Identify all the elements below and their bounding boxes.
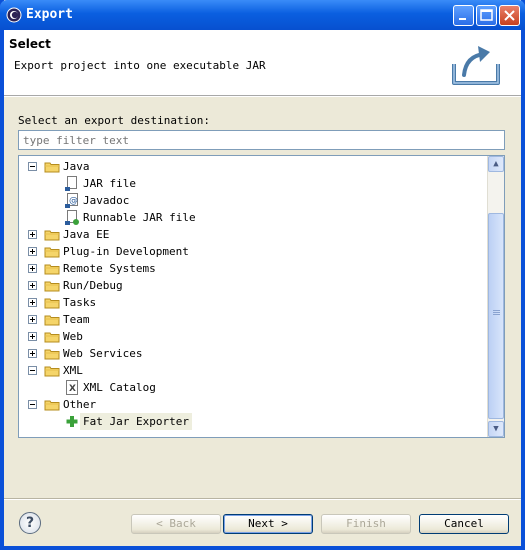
eclipse-icon [6,7,22,23]
expand-toggle-icon[interactable] [28,349,37,358]
tree-category[interactable]: Java EE [19,226,489,243]
expand-toggle-icon[interactable] [28,247,37,256]
close-icon [504,10,515,21]
scroll-grip [493,310,500,311]
minimize-button[interactable] [453,5,474,26]
tree-item-label: Web Services [63,347,143,360]
tree-category[interactable]: XML [19,362,489,379]
header-separator [4,96,521,97]
help-button[interactable]: ? [19,512,41,534]
page-description: Export project into one executable JAR [14,59,266,72]
tree-category[interactable]: Web Services [19,345,489,362]
expand-toggle-icon[interactable] [28,298,37,307]
tree-item-label: Java [63,160,90,173]
folder-icon [44,348,60,360]
tree-item[interactable]: Fat Jar Exporter [19,413,489,430]
scroll-down-button[interactable]: ▼ [488,421,504,437]
filter-input[interactable] [18,130,505,150]
tree-item-label: Javadoc [83,194,130,207]
expand-toggle-icon[interactable] [28,315,37,324]
tree-category[interactable]: Plug-in Development [19,243,489,260]
title-bar[interactable]: Export [0,0,525,30]
tree-item-label: Remote Systems [63,262,156,275]
collapse-toggle-icon[interactable] [28,162,37,171]
expand-toggle-icon[interactable] [28,332,37,341]
tree-item[interactable]: X XML Catalog [19,379,489,396]
expand-toggle-icon[interactable] [28,281,37,290]
folder-icon [44,161,60,173]
maximize-icon [480,9,493,21]
close-button[interactable] [499,5,520,26]
tree-item[interactable]: JAR file [19,175,489,192]
folder-icon [44,297,60,309]
scroll-up-button[interactable]: ▲ [488,156,504,172]
footer-separator [4,498,521,500]
folder-icon [44,399,60,411]
scroll-thumb[interactable] [488,213,504,419]
tree-category[interactable]: Web [19,328,489,345]
tree-item-label: Run/Debug [63,279,123,292]
tree-category[interactable]: Run/Debug [19,277,489,294]
folder-icon [44,314,60,326]
folder-icon [44,280,60,292]
svg-text:X: X [69,384,76,394]
finish-button[interactable]: Finish [321,514,411,534]
tree-item[interactable]: Runnable JAR file [19,209,489,226]
cancel-button[interactable]: Cancel [419,514,509,534]
javadoc-icon: @ [65,193,79,208]
xml-catalog-icon: X [65,380,79,395]
tree-item-label: Runnable JAR file [83,211,196,224]
chevron-down-icon: ▼ [493,424,499,434]
fat-jar-icon [65,414,79,429]
export-banner-icon [452,46,500,85]
tree-category[interactable]: Remote Systems [19,260,489,277]
expand-toggle-icon[interactable] [28,230,37,239]
window-title: Export [26,7,73,22]
tree-category[interactable]: Tasks [19,294,489,311]
tree-item-label: JAR file [83,177,136,190]
back-button[interactable]: < Back [131,514,221,534]
export-destination-tree[interactable]: Java JAR file @ Javadoc Runnable JAR file Jav… [18,155,505,438]
tree-category[interactable]: Java [19,158,489,175]
folder-icon [44,263,60,275]
svg-text:@: @ [69,196,78,206]
runnable-jar-icon [65,210,79,225]
page-title: Select [9,37,51,51]
folder-icon [44,229,60,241]
chevron-up-icon: ▲ [493,159,499,169]
wizard-header: Select Export project into one executabl… [4,30,521,96]
tree-item-label: Team [63,313,90,326]
jar-file-icon [65,176,79,191]
next-button[interactable]: Next > [223,514,313,534]
tree-item-label: XML Catalog [83,381,156,394]
tree-item-label: Tasks [63,296,97,309]
tree-category[interactable]: Team [19,311,489,328]
tree-item-label: Plug-in Development [63,245,189,258]
minimize-icon [459,18,466,20]
tree-item-label: XML [63,364,83,377]
collapse-toggle-icon[interactable] [28,400,37,409]
vertical-scrollbar[interactable]: ▲ ▼ [487,156,504,437]
folder-icon [44,246,60,258]
maximize-button[interactable] [476,5,497,26]
folder-icon [44,365,60,377]
tree-item[interactable]: @ Javadoc [19,192,489,209]
tree-item-label: Fat Jar Exporter [80,413,192,430]
destination-label: Select an export destination: [18,114,211,127]
tree-item-label: Web [63,330,83,343]
tree-category[interactable]: Other [19,396,489,413]
folder-icon [44,331,60,343]
help-icon: ? [25,515,35,531]
expand-toggle-icon[interactable] [28,264,37,273]
tree-item-label: Java EE [63,228,110,241]
tree-item-label: Other [63,398,97,411]
collapse-toggle-icon[interactable] [28,366,37,375]
